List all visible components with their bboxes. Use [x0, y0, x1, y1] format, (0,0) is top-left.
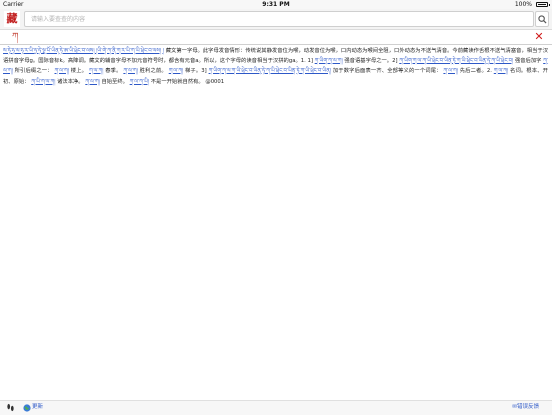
close-icon[interactable]: ✕ [533, 31, 545, 43]
definition-segment: 不是一开始就自然有。 [150, 78, 204, 85]
battery-fill [538, 4, 546, 5]
battery-icon [536, 2, 550, 7]
update-button[interactable]: 更新 [32, 403, 43, 412]
tibetan-link[interactable]: ཀ་ལ་ཀ། [85, 79, 99, 85]
search-bar: 藏 [0, 9, 552, 30]
status-bar: Carrier 9:31 PM 100% [0, 0, 552, 9]
tibetan-link[interactable]: ཀ་ལ་ཀ། [89, 68, 103, 74]
app-logo: 藏 [4, 11, 20, 27]
definition-segment: 加于数字后面表一齐、全部等义的一个词尾： [332, 68, 442, 75]
tibetan-link[interactable]: ཀ་ལ་ཀ། [169, 68, 183, 74]
clock: 9:31 PM [262, 1, 290, 8]
tibetan-link[interactable]: ཀ་ལ་ཀ། [123, 68, 137, 74]
search-button[interactable] [535, 11, 549, 27]
definition-segment: 胜利之前。 [139, 68, 167, 75]
definition-segment: 强音语基字母之一。2] [344, 58, 398, 65]
tibetan-link[interactable]: ས་ཏེ་ཧ་ལ་ཧ་ར་ཡི་ཧྲ་ཏེ་ལྔ་པོ་ཡིན་ཏེ་ཨ་ཡི་… [3, 48, 164, 54]
bottom-toolbar: 更新 ✉错误反馈 [0, 400, 552, 415]
search-input[interactable] [24, 11, 534, 27]
definition-segment: 春季。 [105, 68, 122, 75]
tibetan-link[interactable]: ཀ་ཡི་ཀ་ལ་ཀ། [31, 79, 55, 85]
definition-text: ས་ཏེ་ཧ་ལ་ཧ་ར་ཡི་ཧྲ་ཏེ་ལྔ་པོ་ཡིན་ཏེ་ཨ་ཡི་… [3, 46, 548, 87]
entry-term: ཀ [12, 32, 19, 42]
definition-segment: 楼上。 [70, 68, 88, 75]
battery-percent: 100% [514, 1, 532, 8]
globe-icon[interactable] [23, 404, 31, 412]
tibetan-link[interactable]: ཀ་ཡིག་ཀ་ལ་ཀ་ཡི་ཕྲེང་བ་ཡིན་ཏེ་ཀ་ཡི་ཕྲེང་བ… [399, 58, 513, 64]
tibetan-link[interactable]: ཀ་ལ་ཀ། [494, 68, 508, 74]
tibetan-link[interactable]: ཀ་ལ་ཀ། [443, 68, 457, 74]
feedback-button[interactable]: ✉错误反馈 [512, 403, 539, 412]
definition-segment: 自始至终。 [101, 78, 128, 85]
tibetan-link[interactable]: ཀ་ལ་ཀ་ཡི། [130, 79, 149, 85]
magnifier-icon [538, 15, 547, 24]
footprint-icon[interactable] [6, 403, 15, 412]
definition-segment: 所引后缀之一： [14, 68, 53, 75]
tibetan-link[interactable]: ཀ་ལ་ཀ། [55, 68, 69, 74]
definition-segment: 先后二者。2. [459, 68, 492, 75]
entry-reference: @0001 [205, 78, 225, 85]
definition-segment: 诸法本净。 [57, 78, 84, 85]
tibetan-link[interactable]: ཀ་ཡིག་ཀ་ལ་ཀ་ཡི་ཕྲེང་བ་ཡིན་ཏེ་ཀ་ཡི་ཕྲེང་བ… [209, 68, 331, 74]
tibetan-link[interactable]: ཀ་ཡིག་ཀ་ལ་ཀ། [315, 58, 343, 64]
term-header: ཀ ✕ [0, 30, 552, 45]
definition-segment: 梯子。3] [184, 68, 207, 75]
definition-segment: 强音后加字 [514, 58, 542, 65]
